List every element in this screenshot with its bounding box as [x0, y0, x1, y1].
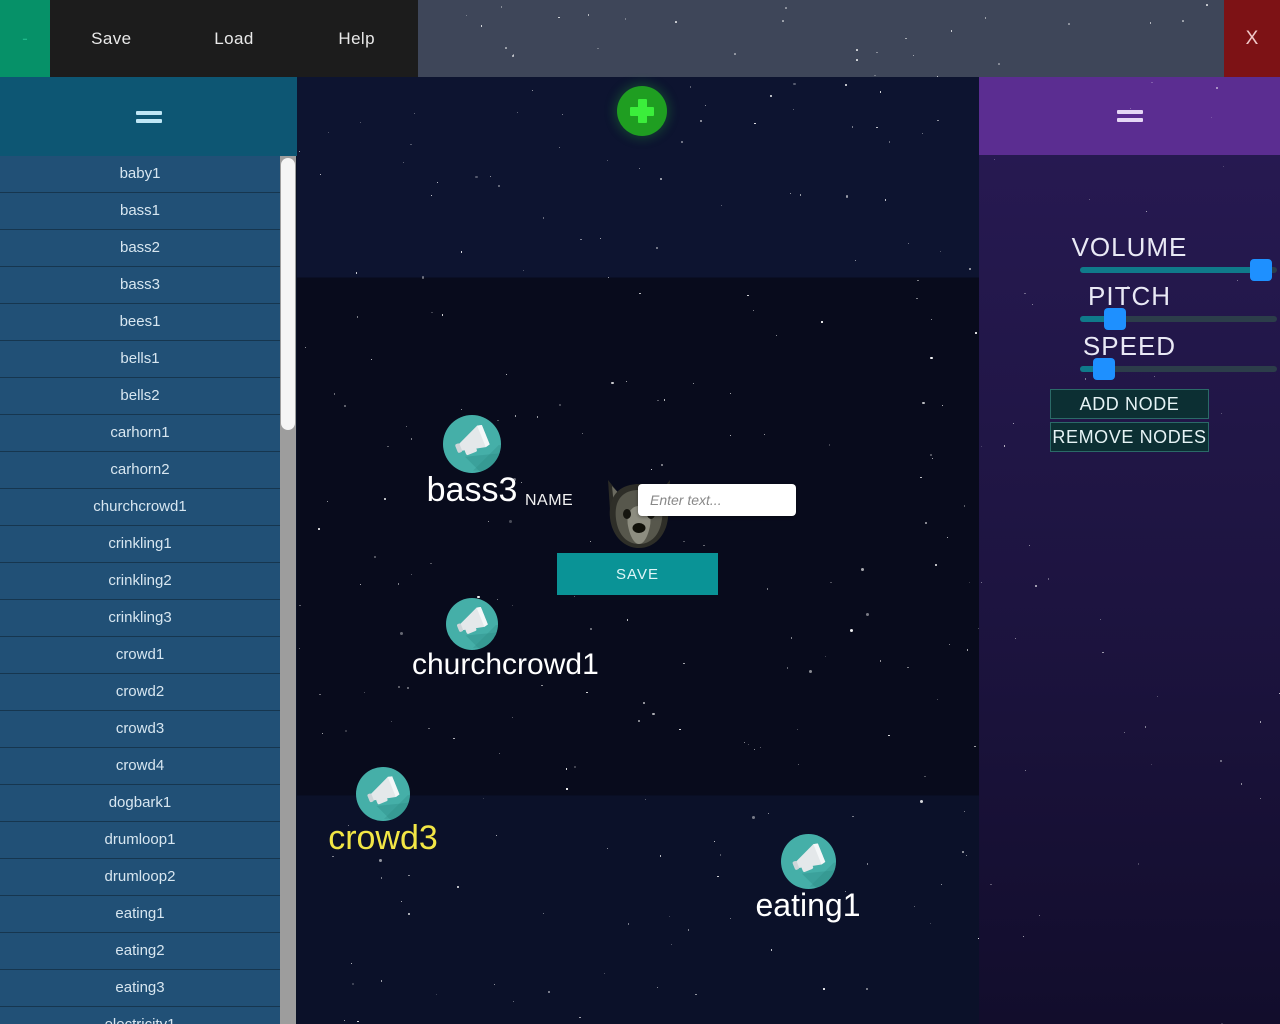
canvas-node[interactable]: bass3 [412, 415, 532, 510]
menu-load[interactable]: Load [173, 29, 296, 49]
sound-list-item[interactable]: bass1 [0, 193, 280, 230]
add-node-fab-button[interactable] [617, 86, 667, 136]
canvas-node-label: bass3 [412, 471, 532, 510]
left-panel-menu-button[interactable] [0, 77, 297, 156]
sound-list-item[interactable]: bass2 [0, 230, 280, 267]
slider-label-volume: VOLUME [979, 232, 1280, 263]
name-input[interactable] [638, 484, 796, 516]
close-icon: X [1246, 28, 1259, 50]
megaphone-icon[interactable] [356, 767, 410, 821]
sound-library-panel: baby1bass1bass2bass3bees1bells1bells2car… [0, 77, 297, 1024]
megaphone-icon[interactable] [446, 598, 498, 650]
sound-list-item[interactable]: crinkling3 [0, 600, 280, 637]
sound-list[interactable]: baby1bass1bass2bass3bees1bells1bells2car… [0, 156, 280, 1024]
menu-save[interactable]: Save [50, 29, 173, 49]
megaphone-icon[interactable] [443, 415, 501, 473]
slider-label-pitch: PITCH [979, 281, 1280, 312]
node-properties-panel [979, 77, 1280, 1024]
canvas-node-label: crowd3 [323, 819, 443, 858]
sound-list-scrollbar-thumb[interactable] [281, 158, 295, 430]
slider-volume[interactable] [1080, 267, 1277, 273]
sound-list-item[interactable]: drumloop2 [0, 859, 280, 896]
sound-list-item[interactable]: crowd1 [0, 637, 280, 674]
sound-list-item[interactable]: bass3 [0, 267, 280, 304]
menu-help[interactable]: Help [295, 29, 418, 49]
slider-knob[interactable] [1093, 358, 1115, 380]
slider-knob[interactable] [1104, 308, 1126, 330]
equals-menu-icon [1117, 106, 1143, 126]
sound-list-item[interactable]: crowd3 [0, 711, 280, 748]
sound-list-item[interactable]: carhorn1 [0, 415, 280, 452]
sound-list-item[interactable]: bees1 [0, 304, 280, 341]
canvas-node[interactable]: crowd3 [323, 767, 443, 858]
title-bar: - SaveLoadHelp X [0, 0, 1280, 77]
sound-list-item[interactable]: electricity1 [0, 1007, 280, 1024]
canvas-node[interactable]: churchcrowd1 [412, 598, 532, 682]
sound-list-item[interactable]: churchcrowd1 [0, 489, 280, 526]
sound-list-item[interactable]: carhorn2 [0, 452, 280, 489]
slider-label-speed: SPEED [979, 331, 1280, 362]
sound-list-item[interactable]: eating3 [0, 970, 280, 1007]
sound-list-item[interactable]: eating2 [0, 933, 280, 970]
sound-list-item[interactable]: drumloop1 [0, 822, 280, 859]
slider-fill [1080, 267, 1261, 273]
minimize-button[interactable]: - [0, 0, 50, 77]
slider-speed[interactable] [1080, 366, 1277, 372]
sound-list-item[interactable]: bells2 [0, 378, 280, 415]
sound-list-item[interactable]: bells1 [0, 341, 280, 378]
slider-knob[interactable] [1250, 259, 1272, 281]
sound-list-item[interactable]: dogbark1 [0, 785, 280, 822]
sound-list-item[interactable]: baby1 [0, 156, 280, 193]
menu-bar: SaveLoadHelp [50, 0, 418, 77]
sound-list-item[interactable]: eating1 [0, 896, 280, 933]
canvas-node[interactable]: eating1 [748, 834, 868, 924]
minimize-label: - [22, 29, 28, 49]
canvas-node-label: churchcrowd1 [412, 648, 532, 682]
sound-list-item[interactable]: crinkling2 [0, 563, 280, 600]
save-name-button[interactable]: SAVE [557, 553, 718, 595]
close-button[interactable]: X [1224, 0, 1280, 77]
sound-list-item[interactable]: crinkling1 [0, 526, 280, 563]
equals-menu-icon [136, 107, 162, 127]
megaphone-icon[interactable] [781, 834, 836, 889]
sound-list-item[interactable]: crowd2 [0, 674, 280, 711]
app-root: - SaveLoadHelp X bass3 churchcrowd1 crowd3… [0, 0, 1280, 1024]
add-node-button[interactable]: ADD NODE [1050, 389, 1209, 419]
right-panel-menu-button[interactable] [979, 77, 1280, 155]
name-dialog-label: NAME [525, 492, 573, 510]
remove-nodes-button[interactable]: REMOVE NODES [1050, 422, 1209, 452]
canvas-node-label: eating1 [748, 887, 868, 924]
sound-list-item[interactable]: crowd4 [0, 748, 280, 785]
slider-pitch[interactable] [1080, 316, 1277, 322]
